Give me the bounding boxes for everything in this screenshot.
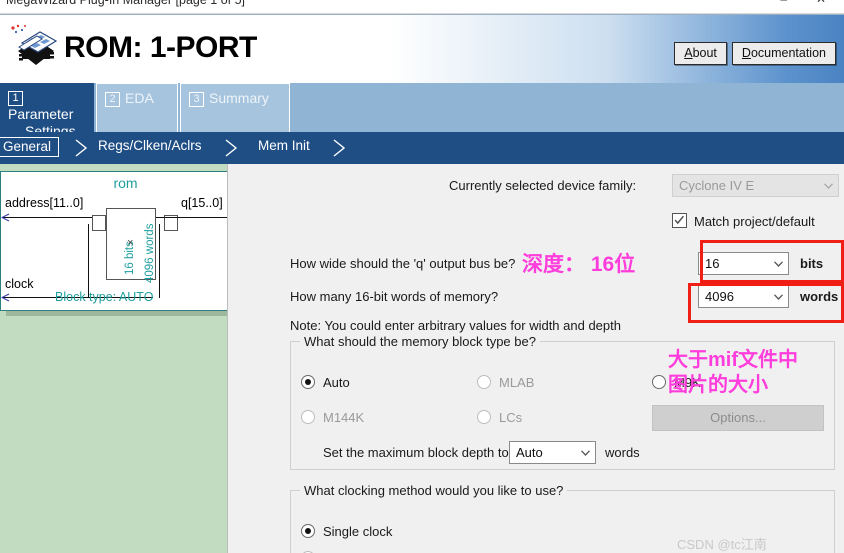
radio-m9k[interactable] <box>652 375 666 389</box>
depth-highlight-box <box>688 283 844 323</box>
page-title: ROM: 1-PORT <box>64 31 257 64</box>
check-icon <box>674 215 684 225</box>
match-project-label: Match project/default <box>694 214 815 229</box>
radio-single-clock[interactable] <box>301 524 315 538</box>
diagram-port-arrow-address <box>1 213 10 222</box>
tab-3-label: Summary <box>209 90 269 106</box>
diagram-label-q: q[15..0] <box>181 196 223 210</box>
breadcrumb-item-regs[interactable]: Regs/Clken/Aclrs <box>98 138 202 153</box>
diagram-label-clock: clock <box>5 277 34 291</box>
radio-mlab[interactable] <box>477 375 491 389</box>
tab-2-label: EDA <box>125 90 154 106</box>
radio-m144k-label: M144K <box>323 410 365 425</box>
max-block-depth-value: Auto <box>516 445 543 460</box>
diagram-wire-clk-out <box>159 224 160 298</box>
depth-question-label: How many 16-bit words of memory? <box>290 289 499 304</box>
arbitrary-values-note: Note: You could enter arbitrary values f… <box>290 318 621 333</box>
breadcrumb-item-mem-init[interactable]: Mem Init <box>258 138 310 153</box>
diagram-wire-clk-in <box>88 224 89 298</box>
radio-single-clock-dot <box>305 528 311 534</box>
tab-parameter-settings[interactable]: 1Parameter Settings <box>0 83 94 139</box>
radio-auto[interactable] <box>301 375 315 389</box>
about-button[interactable]: About <box>674 42 727 65</box>
chevron-right-icon-2 <box>225 139 238 157</box>
radio-m144k[interactable] <box>301 410 315 424</box>
breadcrumb-item-general[interactable]: General <box>0 137 60 157</box>
tab-eda[interactable]: 2 EDA <box>96 83 178 132</box>
diagram-pane: rom address[11..0] 16 bits 4096 words × … <box>0 164 255 553</box>
rom-block-diagram: rom address[11..0] 16 bits 4096 words × … <box>0 171 249 311</box>
tab-summary[interactable]: 3 Summary <box>180 83 290 132</box>
radio-auto-label: Auto <box>323 375 350 390</box>
about-mnemonic: A <box>684 46 693 60</box>
minimize-button[interactable]: – <box>767 0 801 6</box>
tab-2-number: 2 <box>105 92 120 107</box>
radio-single-clock-label: Single clock <box>323 524 393 539</box>
radio-lcs[interactable] <box>477 410 491 424</box>
tab-1-number: 1 <box>8 91 23 106</box>
diagram-wire-address <box>3 217 106 218</box>
width-annotation: 深度： 16位 <box>522 253 636 276</box>
diagram-label-address: address[11..0] <box>5 196 84 210</box>
options-button[interactable]: Options... <box>652 405 824 431</box>
diagram-port-arrow-clock <box>1 293 10 302</box>
header-band: ROM: 1-PORT About Documentation <box>0 14 844 83</box>
chevron-down-icon-maxdepth <box>581 450 590 456</box>
radio-auto-dot <box>305 379 311 385</box>
tab-1-label: Parameter <box>8 106 74 122</box>
diagram-core-separator: × <box>127 237 134 249</box>
close-button[interactable]: ✕ <box>804 0 838 6</box>
chip-logo-icon <box>11 24 58 65</box>
radio-mlab-label: MLAB <box>499 375 535 390</box>
window-controls: – ✕ <box>767 0 838 6</box>
width-highlight-box <box>700 240 844 283</box>
breadcrumb: General Regs/Clken/Aclrs Mem Init <box>0 132 844 164</box>
watermark: CSDN @tc江南 <box>677 537 767 552</box>
clocking-method-title: What clocking method would you like to u… <box>300 483 568 498</box>
chevron-down-icon <box>824 183 833 189</box>
block-annotation-line2: 图片的大小 <box>668 374 768 396</box>
diagram-block-type: Block type: AUTO <box>55 290 154 304</box>
doc-mnemonic: D <box>741 46 751 60</box>
about-rest: bout <box>692 46 717 60</box>
max-block-depth-dropdown[interactable]: Auto <box>509 441 596 464</box>
max-block-depth-label: Set the maximum block depth to <box>323 445 509 460</box>
window-titlebar: MegaWizard Plug-In Manager [page 1 of 5]… <box>0 0 844 14</box>
device-family-value: Cyclone IV E <box>679 178 755 193</box>
match-project-checkbox[interactable] <box>672 213 687 228</box>
diagram-core-words: 4096 words <box>144 223 156 283</box>
width-question-label: How wide should the 'q' output bus be? <box>290 256 516 271</box>
megawizard-window: MegaWizard Plug-In Manager [page 1 of 5]… <box>0 0 844 553</box>
device-family-dropdown[interactable]: Cyclone IV E <box>672 174 839 197</box>
diagram-core-block: 16 bits 4096 words × <box>106 208 156 283</box>
tab-3-number: 3 <box>189 92 204 107</box>
max-block-depth-unit: words <box>605 445 640 460</box>
diagram-input-register <box>92 215 106 231</box>
chevron-right-icon <box>75 139 88 157</box>
diagram-title: rom <box>113 175 138 191</box>
documentation-button[interactable]: Documentation <box>731 42 836 65</box>
doc-rest: ocumentation <box>750 46 826 60</box>
header-buttons: About Documentation <box>674 42 836 65</box>
radio-lcs-label: LCs <box>499 410 523 425</box>
memory-block-type-title: What should the memory block type be? <box>300 334 540 349</box>
step-tabbar: 1Parameter Settings 2 EDA 3 Summary <box>0 83 844 139</box>
device-family-label: Currently selected device family: <box>449 178 637 193</box>
chevron-right-icon-3 <box>333 139 346 157</box>
window-title: MegaWizard Plug-In Manager [page 1 of 5] <box>6 0 246 7</box>
